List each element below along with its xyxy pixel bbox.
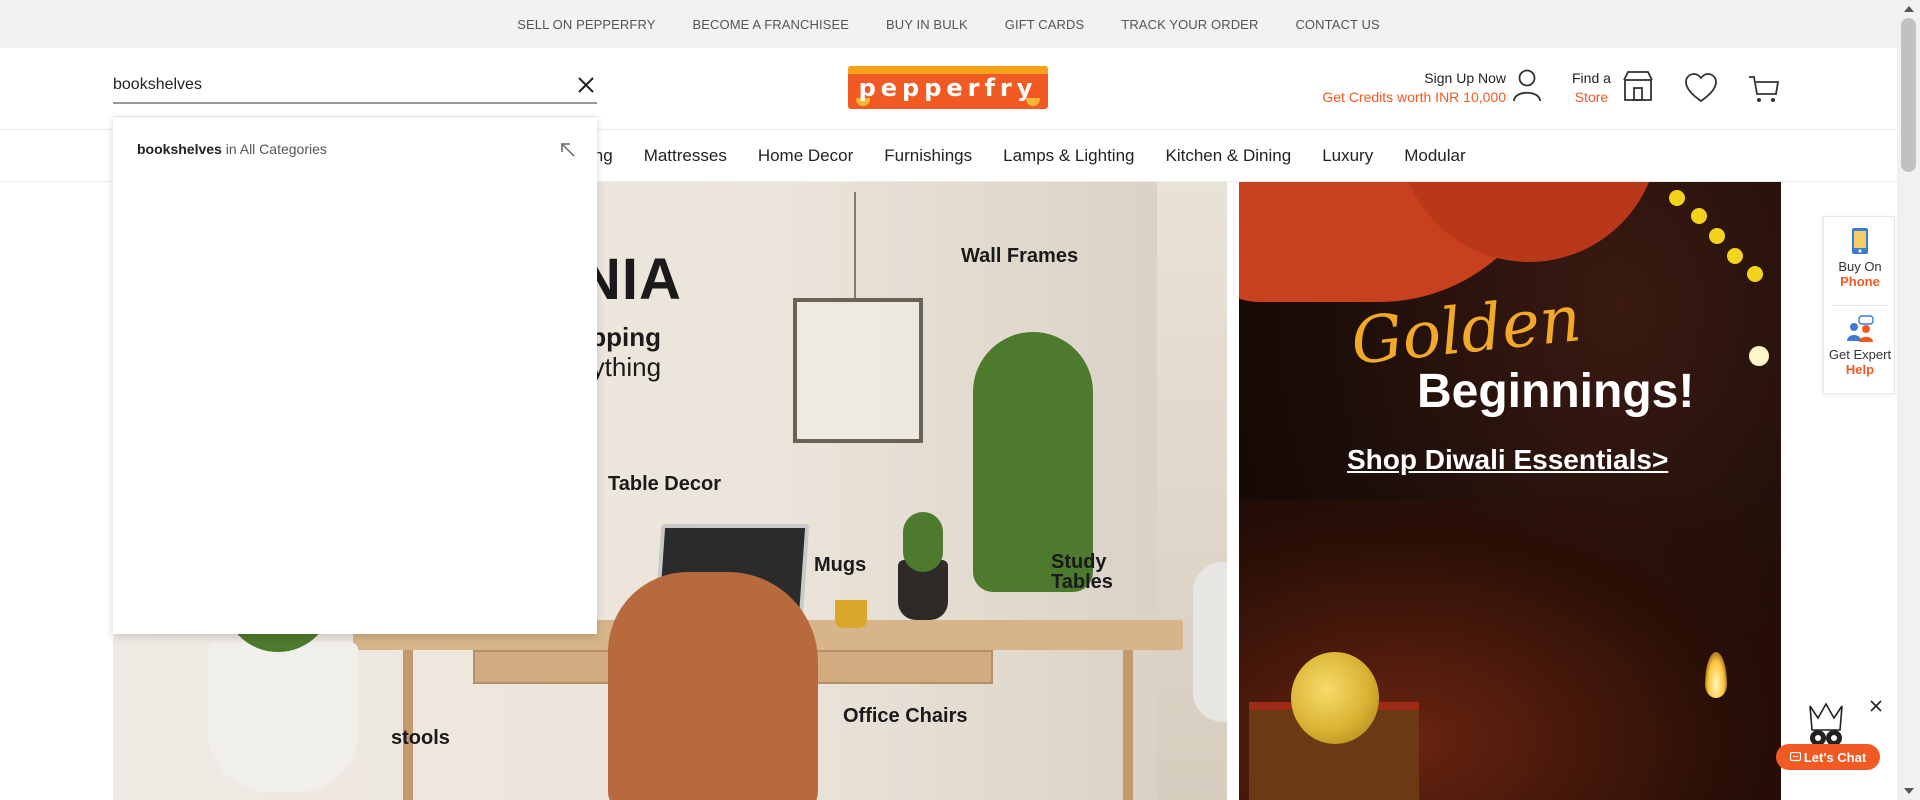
label-wall-frames: Wall Frames: [961, 245, 1079, 267]
marigold-icon: [1691, 208, 1707, 224]
desk-leg: [403, 650, 413, 800]
wall-frame-image: [793, 298, 923, 443]
hero-banner-diwali[interactable]: Golden Beginnings! Shop Diwali Essential…: [1239, 182, 1781, 800]
nav-item-kitchen-dining[interactable]: Kitchen & Dining: [1166, 146, 1292, 166]
link-gift-cards[interactable]: GIFT CARDS: [1005, 17, 1085, 32]
shop-diwali-link[interactable]: Shop Diwali Essentials>: [1347, 444, 1668, 476]
buy-on-phone-widget[interactable]: Buy On Phone: [1824, 227, 1896, 289]
label-mugs: Mugs: [814, 554, 867, 576]
cart-icon[interactable]: [1748, 74, 1780, 104]
buy-on-phone-line1: Buy On: [1838, 259, 1882, 274]
side-help-widgets: Buy On Phone Get Expert Help: [1823, 216, 1895, 394]
scroll-thumb[interactable]: [1901, 18, 1916, 172]
marigold-icon: [1727, 248, 1743, 264]
scroll-up-arrow-icon[interactable]: [1904, 6, 1914, 12]
expert-help-icon: [1847, 315, 1874, 342]
sofa-image: [1193, 562, 1227, 722]
expert-help-widget[interactable]: Get Expert Help: [1824, 315, 1896, 377]
top-utility-bar: SELL ON PEPPERFRY BECOME A FRANCHISEE BU…: [0, 0, 1897, 48]
bokeh-light: [1749, 346, 1769, 366]
suggestion-category: in All Categories: [221, 141, 327, 157]
page-scrollbar[interactable]: [1897, 0, 1920, 800]
expert-help-line1: Get Expert: [1828, 347, 1892, 362]
marigold-icon: [1747, 266, 1763, 282]
lets-chat-button[interactable]: Let's Chat: [1776, 744, 1880, 770]
arrow-up-left-icon[interactable]: [559, 141, 577, 159]
nav-item-furnishings[interactable]: Furnishings: [884, 146, 972, 166]
nav-item-modular[interactable]: Modular: [1404, 146, 1465, 166]
phone-icon: [1852, 228, 1868, 254]
link-buy-in-bulk[interactable]: BUY IN BULK: [886, 17, 968, 32]
suggestion-keyword: bookshelves: [137, 141, 222, 157]
divider: [1832, 305, 1888, 306]
logo-text: pepperfry: [858, 73, 1038, 102]
gold-coin-image: [1291, 652, 1379, 744]
link-sell-on-pepperfry[interactable]: SELL ON PEPPERFRY: [517, 17, 655, 32]
nav-item-luxury[interactable]: Luxury: [1322, 146, 1373, 166]
scroll-down-arrow-icon[interactable]: [1904, 788, 1914, 794]
office-chair-image: [608, 572, 818, 800]
signup-subtitle: Get Credits worth INR 10,000: [1322, 89, 1506, 105]
pepperfry-logo[interactable]: pepperfry: [848, 66, 1048, 109]
label-study-tables-1: Study: [1051, 551, 1107, 573]
banner-beginnings-text: Beginnings!: [1417, 365, 1695, 418]
lets-chat-label: Let's Chat: [1803, 749, 1867, 765]
label-office-chairs: Office Chairs: [843, 705, 968, 727]
label-study-tables-2: Tables: [1051, 571, 1113, 593]
find-store-block[interactable]: Find a Store: [1572, 70, 1611, 105]
chat-bubble-icon: [1789, 751, 1801, 761]
close-icon[interactable]: [575, 74, 597, 96]
desk-leg: [1123, 650, 1133, 800]
signup-block[interactable]: Sign Up Now Get Credits worth INR 10,000: [1310, 70, 1506, 105]
nav-item-lamps-lighting[interactable]: Lamps & Lighting: [1003, 146, 1134, 166]
marigold-icon: [1669, 190, 1685, 206]
chat-mascot-icon: [1809, 702, 1843, 746]
wishlist-heart-icon[interactable]: [1684, 72, 1718, 104]
signup-title: Sign Up Now: [1424, 70, 1506, 86]
store-icon[interactable]: [1622, 70, 1654, 102]
search-input[interactable]: [113, 70, 553, 94]
frame-string-icon: [854, 192, 856, 300]
nav-item-mattresses[interactable]: Mattresses: [644, 146, 727, 166]
buy-on-phone-line2: Phone: [1840, 274, 1880, 289]
link-track-order[interactable]: TRACK YOUR ORDER: [1121, 17, 1258, 32]
stool-plant-pot-image: [208, 642, 358, 792]
search-suggestions-dropdown: bookshelves in All Categories: [113, 116, 597, 634]
link-contact-us[interactable]: CONTACT US: [1295, 17, 1379, 32]
chat-close-icon[interactable]: [1868, 698, 1884, 714]
label-table-decor: Table Decor: [608, 473, 721, 495]
link-become-franchisee[interactable]: BECOME A FRANCHISEE: [693, 17, 850, 32]
suggestion-item[interactable]: bookshelves in All Categories: [137, 141, 583, 163]
find-store-line1: Find a: [1572, 70, 1611, 86]
marigold-icon: [1709, 228, 1725, 244]
search-box: [113, 70, 597, 104]
expert-help-line2: Help: [1845, 362, 1875, 377]
label-stools: stools: [391, 727, 450, 749]
user-icon[interactable]: [1512, 68, 1542, 102]
mug-image: [835, 600, 867, 628]
cactus-image: [903, 512, 943, 572]
find-store-line2: Store: [1574, 89, 1609, 105]
nav-item-home-decor[interactable]: Home Decor: [758, 146, 853, 166]
